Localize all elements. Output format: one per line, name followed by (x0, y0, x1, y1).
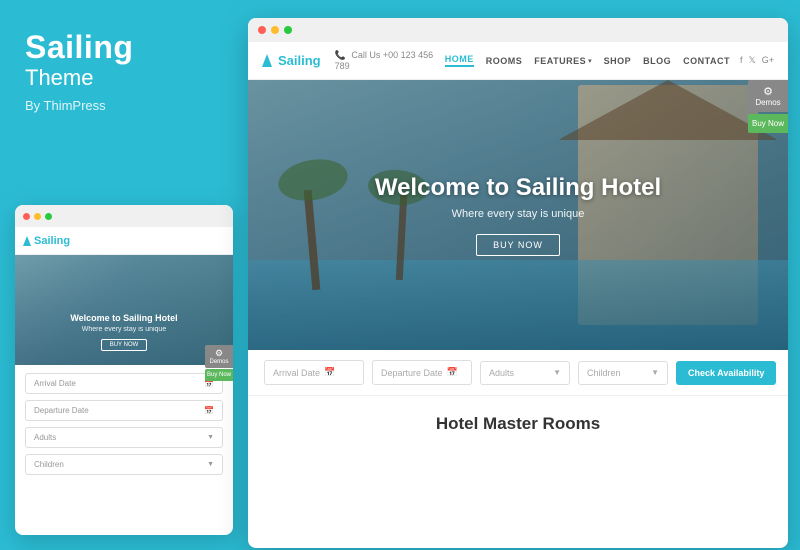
rooms-section: Hotel Master Rooms (248, 396, 788, 444)
hero-content: Welcome to Sailing Hotel Where every sta… (375, 174, 661, 256)
children-label: Children (587, 368, 621, 378)
small-chevron2-down-icon: ▼ (207, 461, 214, 468)
arrival-calendar-icon: 📅 (324, 367, 335, 378)
small-adults-label: Adults (34, 433, 56, 442)
main-browser: Sailing 📞 Call Us +00 123 456 789 HOME R… (248, 18, 788, 548)
adults-label: Adults (489, 368, 514, 378)
nav-social: f 𝕏 G+ (740, 55, 774, 66)
small-arrival-input[interactable]: Arrival Date 📅 (25, 373, 223, 394)
phone-number: Call Us +00 123 456 789 (335, 50, 434, 71)
nav-blog[interactable]: BLOG (643, 56, 671, 66)
children-select[interactable]: Children ▼ (578, 361, 668, 385)
small-adults-select[interactable]: Adults ▼ (25, 427, 223, 448)
left-panel: Sailing Theme By ThimPress Sailing Welco… (0, 0, 245, 550)
small-buynow-label: Buy Now (207, 372, 231, 378)
nav-contact[interactable]: CONTACT (683, 56, 730, 66)
main-buynow-button[interactable]: Buy Now (748, 114, 788, 133)
children-chevron-icon: ▼ (651, 368, 659, 377)
google-plus-icon[interactable]: G+ (762, 55, 774, 66)
dot-red (23, 213, 30, 220)
small-demos-button[interactable]: ⚙ Demos (205, 345, 233, 368)
small-buynow-button[interactable]: Buy Now (205, 369, 233, 381)
booking-bar: Arrival Date 📅 Departure Date 📅 Adults ▼… (248, 350, 788, 396)
small-logo: Sailing (23, 235, 70, 247)
brand-by: By ThimPress (25, 98, 225, 113)
small-booking-form: Arrival Date 📅 Departure Date 📅 Adults ▼… (15, 365, 233, 483)
phone-icon: 📞 (335, 50, 346, 60)
arrival-date-label: Arrival Date (273, 368, 320, 378)
small-browser-mockup: Sailing Welcome to Sailing Hotel Where e… (15, 205, 233, 535)
small-chevron-down-icon: ▼ (207, 434, 214, 441)
small-sail-icon (23, 236, 31, 246)
small-hero-title: Welcome to Sailing Hotel (15, 313, 233, 325)
small-hero: Welcome to Sailing Hotel Where every sta… (15, 255, 233, 365)
twitter-icon[interactable]: 𝕏 (748, 55, 755, 66)
small-calendar2-icon: 📅 (204, 406, 214, 415)
main-hero: Welcome to Sailing Hotel Where every sta… (248, 80, 788, 350)
hero-pool (248, 260, 788, 350)
adults-chevron-icon: ▼ (553, 368, 561, 377)
hero-title: Welcome to Sailing Hotel (375, 174, 661, 203)
main-logo: Sailing (262, 53, 321, 68)
hero-buy-button[interactable]: BUY NOW (476, 234, 560, 256)
main-buynow-label: Buy Now (752, 119, 784, 128)
check-availability-button[interactable]: Check Availability (676, 361, 776, 385)
small-children-label: Children (34, 460, 64, 469)
main-nav: Sailing 📞 Call Us +00 123 456 789 HOME R… (248, 42, 788, 80)
departure-date-label: Departure Date (381, 368, 443, 378)
main-dot-red (258, 26, 266, 34)
dot-yellow (34, 213, 41, 220)
small-children-select[interactable]: Children ▼ (25, 454, 223, 475)
small-hero-overlay: Welcome to Sailing Hotel Where every sta… (15, 313, 233, 351)
main-dot-green (284, 26, 292, 34)
main-phone: 📞 Call Us +00 123 456 789 (335, 50, 445, 71)
small-arrival-label: Arrival Date (34, 379, 76, 388)
departure-calendar-icon: 📅 (447, 367, 458, 378)
hero-subtitle: Where every stay is unique (375, 208, 661, 220)
small-departure-label: Departure Date (34, 406, 89, 415)
nav-shop[interactable]: SHOP (604, 56, 632, 66)
nav-features[interactable]: FEATURES (534, 56, 586, 66)
departure-date-input[interactable]: Departure Date 📅 (372, 360, 472, 385)
brand-subtitle: Theme (25, 65, 225, 91)
main-demos-button[interactable]: ⚙ Demos (748, 80, 788, 112)
small-departure-input[interactable]: Departure Date 📅 (25, 400, 223, 421)
arrival-date-input[interactable]: Arrival Date 📅 (264, 360, 364, 385)
main-logo-text: Sailing (278, 53, 321, 68)
nav-items: HOME ROOMS FEATURES ▾ SHOP BLOG CONTACT (445, 54, 730, 67)
nav-features-chevron: ▾ (588, 57, 592, 65)
dot-green (45, 213, 52, 220)
adults-select[interactable]: Adults ▼ (480, 361, 570, 385)
main-demos-label: Demos (755, 98, 780, 107)
small-header: Sailing (15, 227, 233, 255)
small-demos-label: Demos (209, 359, 228, 365)
facebook-icon[interactable]: f (740, 55, 743, 66)
small-logo-text: Sailing (34, 235, 70, 247)
hero-sidebar-buttons: ⚙ Demos Buy Now (748, 80, 788, 133)
sail-icon (262, 54, 272, 67)
nav-rooms[interactable]: ROOMS (486, 56, 523, 66)
small-buy-button[interactable]: BUY NOW (101, 339, 148, 351)
rooms-section-title: Hotel Master Rooms (268, 414, 768, 434)
gear-icon: ⚙ (752, 85, 784, 98)
small-browser-bar (15, 205, 233, 227)
nav-home[interactable]: HOME (445, 54, 474, 67)
brand-title: Sailing (25, 30, 225, 65)
main-browser-bar (248, 18, 788, 42)
small-hero-subtitle: Where every stay is unique (15, 326, 233, 333)
main-dot-yellow (271, 26, 279, 34)
